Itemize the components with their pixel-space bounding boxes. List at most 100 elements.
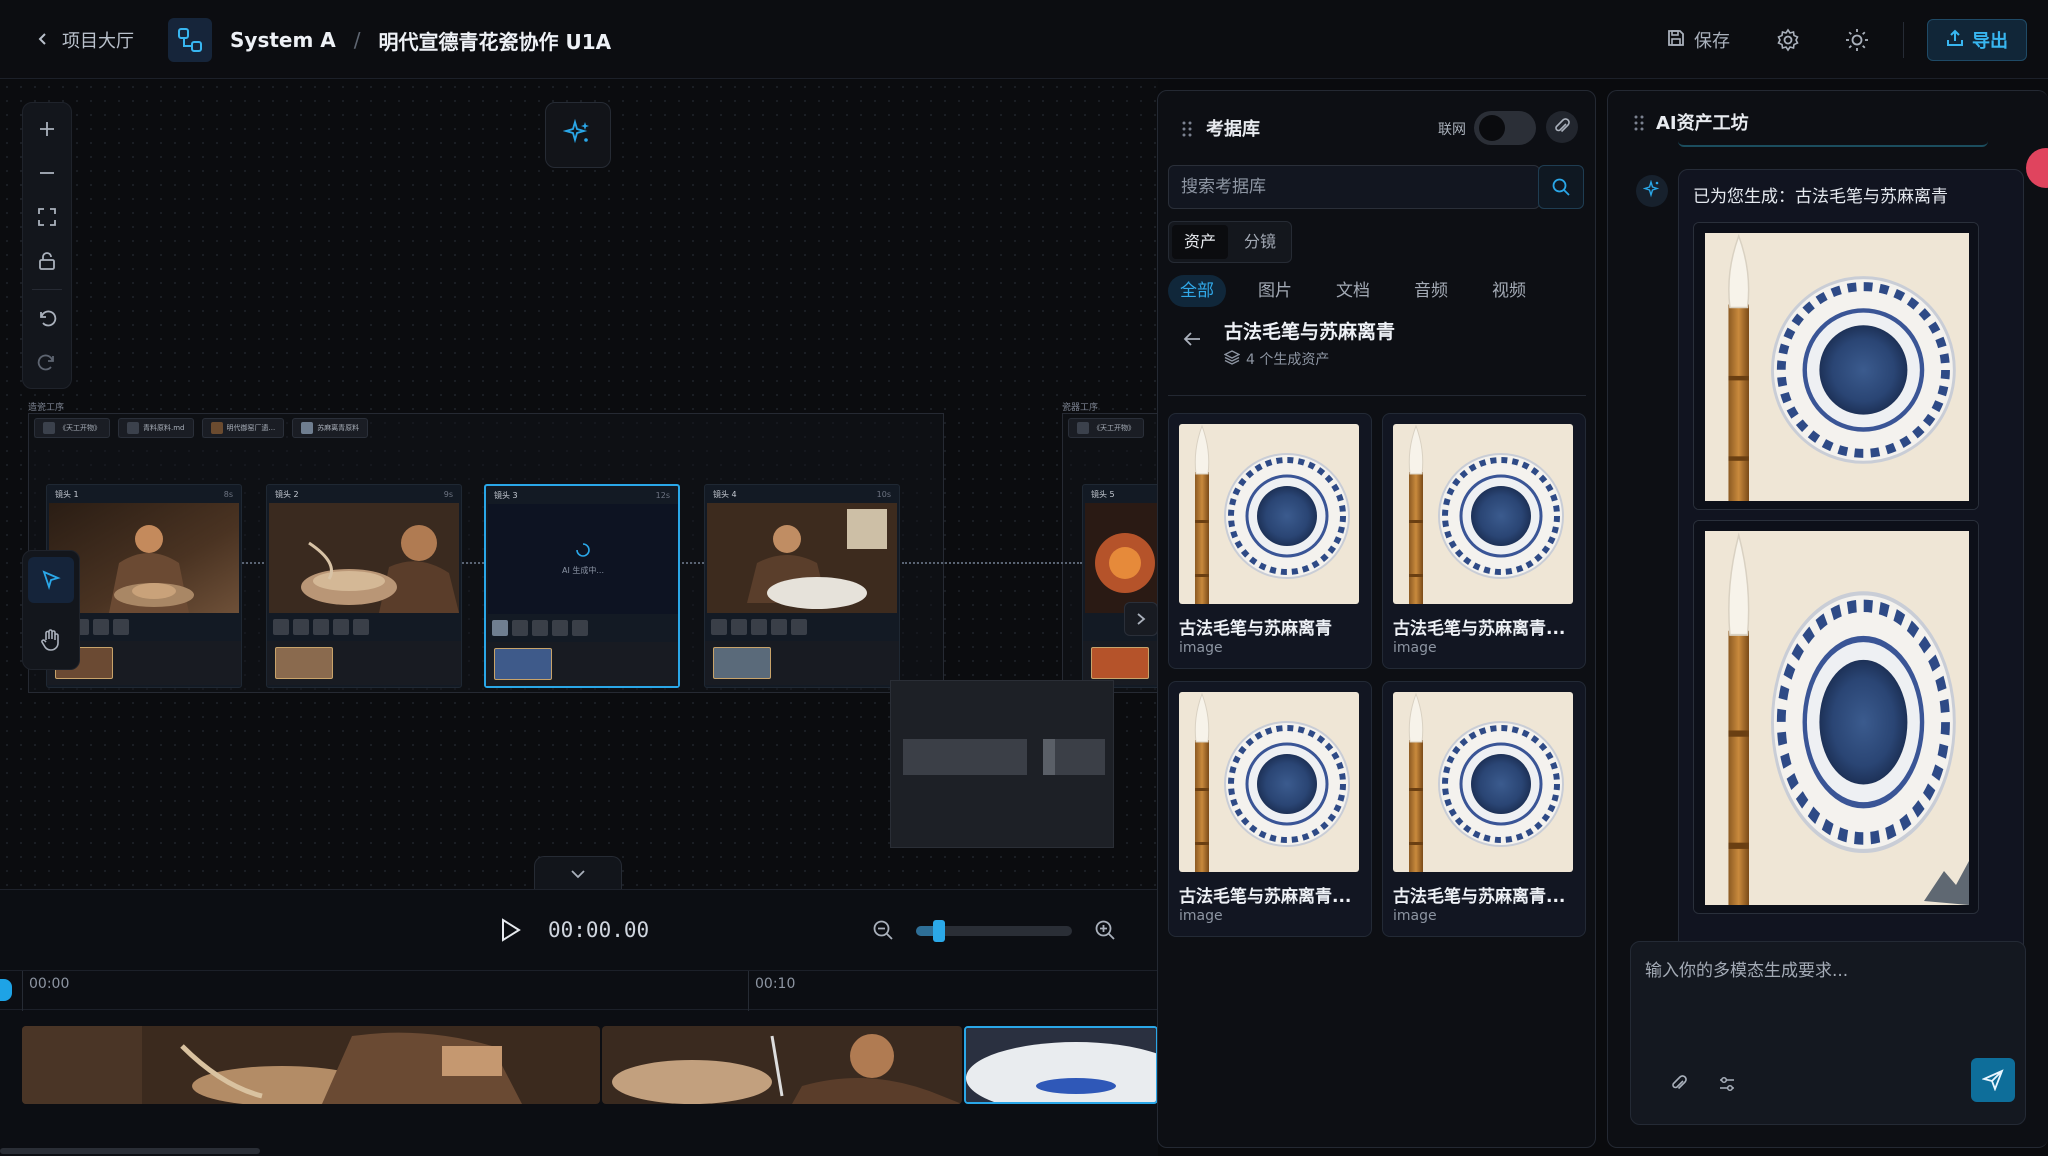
asset-strip: [273, 619, 369, 635]
shot-image: [269, 503, 459, 613]
hand-icon[interactable]: [28, 617, 74, 663]
shot-connector: [462, 562, 484, 564]
ai-avatar: [1636, 175, 1668, 207]
filter-document[interactable]: 文档: [1324, 275, 1382, 307]
chevron-right-icon[interactable]: [1124, 602, 1158, 636]
back-to-lobby-link[interactable]: 项目大厅: [36, 26, 134, 54]
asset-card[interactable]: 古法毛笔与苏麻离青... image: [1168, 681, 1372, 937]
timeline-clip-selected[interactable]: [964, 1026, 1158, 1104]
canvas-minimap[interactable]: [890, 680, 1114, 848]
asset-thumbnail: [1179, 692, 1359, 872]
asset-name: 古法毛笔与苏麻离青...: [1393, 619, 1566, 639]
asset-chip[interactable]: 《天工开物》: [1068, 418, 1144, 438]
breadcrumb-title: 明代宣德青花瓷协作 U1A: [378, 29, 612, 54]
shot-card[interactable]: 镜头 2 9s: [266, 484, 462, 688]
shot-duration: 9s: [443, 489, 453, 499]
paperclip-icon[interactable]: [1667, 1072, 1691, 1096]
loading-spinner-icon: [576, 542, 590, 559]
timeline-ruler[interactable]: 00:00 00:10: [0, 970, 1158, 1011]
ruler-tick: 00:10: [748, 971, 795, 1011]
filter-audio[interactable]: 音频: [1402, 275, 1460, 307]
ai-message-bubble: 已为您生成：古法毛笔与苏麻离青: [1678, 169, 2024, 1009]
timecode: 00:00.00: [548, 918, 650, 942]
sparkle-icon: [562, 118, 593, 152]
generated-image[interactable]: [1693, 520, 1979, 914]
filter-video[interactable]: 视频: [1480, 275, 1538, 307]
lock-icon[interactable]: [27, 241, 67, 281]
save-button[interactable]: 保存: [1666, 26, 1730, 54]
back-label: 项目大厅: [62, 31, 134, 52]
shot-duration: 12s: [655, 490, 670, 500]
zoom-out-icon[interactable]: [870, 917, 896, 943]
prompt-input[interactable]: [1645, 956, 2005, 1036]
search-icon[interactable]: [1538, 165, 1584, 209]
ai-message-text: 已为您生成：古法毛笔与苏麻离青: [1693, 187, 1948, 207]
network-toggle[interactable]: [1474, 111, 1536, 145]
canvas-tool-toolbar: [22, 550, 80, 670]
filter-image[interactable]: 图片: [1246, 275, 1304, 307]
generated-image[interactable]: [1693, 222, 1979, 510]
shot-footer: [267, 641, 461, 685]
timeline-zoom-slider[interactable]: [916, 920, 1072, 942]
search-input[interactable]: [1168, 165, 1540, 209]
asset-chip[interactable]: 明代御窑厂遗...: [201, 418, 285, 438]
paperclip-icon[interactable]: [1546, 111, 1578, 143]
shot-card[interactable]: 镜头 5: [1082, 484, 1158, 688]
asset-card[interactable]: 古法毛笔与苏麻离青 image: [1168, 413, 1372, 669]
ai-magic-button[interactable]: [545, 102, 611, 168]
fit-screen-icon[interactable]: [27, 197, 67, 237]
arrow-left-icon[interactable]: [1180, 327, 1204, 351]
shot-label: 镜头 1: [55, 489, 79, 499]
network-label: 联网: [1438, 122, 1466, 138]
sun-icon[interactable]: [1843, 26, 1871, 54]
segment-storyboard[interactable]: 分镜: [1232, 225, 1288, 259]
shot-footer: [486, 642, 678, 686]
panel-title: AI资产工坊: [1656, 113, 1749, 134]
filter-all[interactable]: 全部: [1168, 275, 1226, 307]
redo-icon[interactable]: [27, 342, 67, 382]
segment-assets[interactable]: 资产: [1172, 225, 1229, 259]
gear-icon[interactable]: [1774, 26, 1802, 54]
asset-chip[interactable]: 《天工开物》: [34, 418, 110, 438]
panel-title: 考据库: [1206, 119, 1260, 140]
zoom-in-icon[interactable]: [1092, 917, 1118, 943]
playhead-handle[interactable]: [0, 979, 12, 1001]
nodes-logo-icon: [168, 18, 212, 62]
asset-chip-row: 《天工开物》: [1068, 418, 1144, 438]
type-filter-row: 全部 图片 文档 音频 视频: [1168, 275, 1538, 307]
view-segmented-control: 资产 分镜: [1168, 221, 1293, 263]
collection-title: 古法毛笔与苏麻离青: [1224, 321, 1396, 343]
send-icon[interactable]: [1971, 1058, 2015, 1102]
breadcrumb-project[interactable]: System A: [230, 28, 336, 52]
timeline-clip[interactable]: [602, 1026, 962, 1104]
asset-card[interactable]: 古法毛笔与苏麻离青... image: [1382, 681, 1586, 937]
export-label: 导出: [1972, 31, 2008, 52]
shot-card[interactable]: 镜头 4 10s: [704, 484, 900, 688]
undo-icon[interactable]: [27, 298, 67, 338]
grip-icon[interactable]: [1634, 115, 1644, 135]
asset-card[interactable]: 古法毛笔与苏麻离青... image: [1382, 413, 1586, 669]
asset-chip[interactable]: 青料原料.md: [118, 418, 194, 438]
top-header: 项目大厅 System A / 明代宣德青花瓷协作 U1A 保存 导出: [0, 0, 2048, 79]
storyboard-canvas[interactable]: 造瓷工序 瓷器工序 《天工开物》 青料原料.md 明代御窑厂遗... 苏麻离青原…: [0, 80, 1158, 890]
asset-chip[interactable]: 苏麻离青原料: [292, 418, 369, 438]
asset-thumbnail: [1179, 424, 1359, 604]
collection-count: 4 个生成资产: [1223, 349, 1329, 369]
prompt-composer: [1630, 941, 2026, 1125]
sliders-icon[interactable]: [1715, 1072, 1739, 1096]
asset-type: image: [1393, 908, 1437, 924]
timeline-panel: 00:00.00 00:00 00:10: [0, 889, 1158, 1156]
export-button[interactable]: 导出: [1927, 19, 2027, 61]
grip-icon[interactable]: [1182, 121, 1192, 141]
shot-card-selected[interactable]: 镜头 3 12s AI 生成中...: [484, 484, 680, 688]
timeline-scrollbar[interactable]: [0, 1148, 260, 1154]
plus-icon[interactable]: [27, 109, 67, 149]
asset-thumbnail: [1393, 424, 1573, 604]
play-icon[interactable]: [496, 916, 524, 944]
minus-icon[interactable]: [27, 153, 67, 193]
cursor-icon[interactable]: [28, 557, 74, 603]
shot-connector: [902, 562, 1082, 564]
asset-type: image: [1179, 908, 1223, 924]
timeline-clip[interactable]: [22, 1026, 600, 1104]
chevron-down-icon[interactable]: [534, 856, 622, 890]
